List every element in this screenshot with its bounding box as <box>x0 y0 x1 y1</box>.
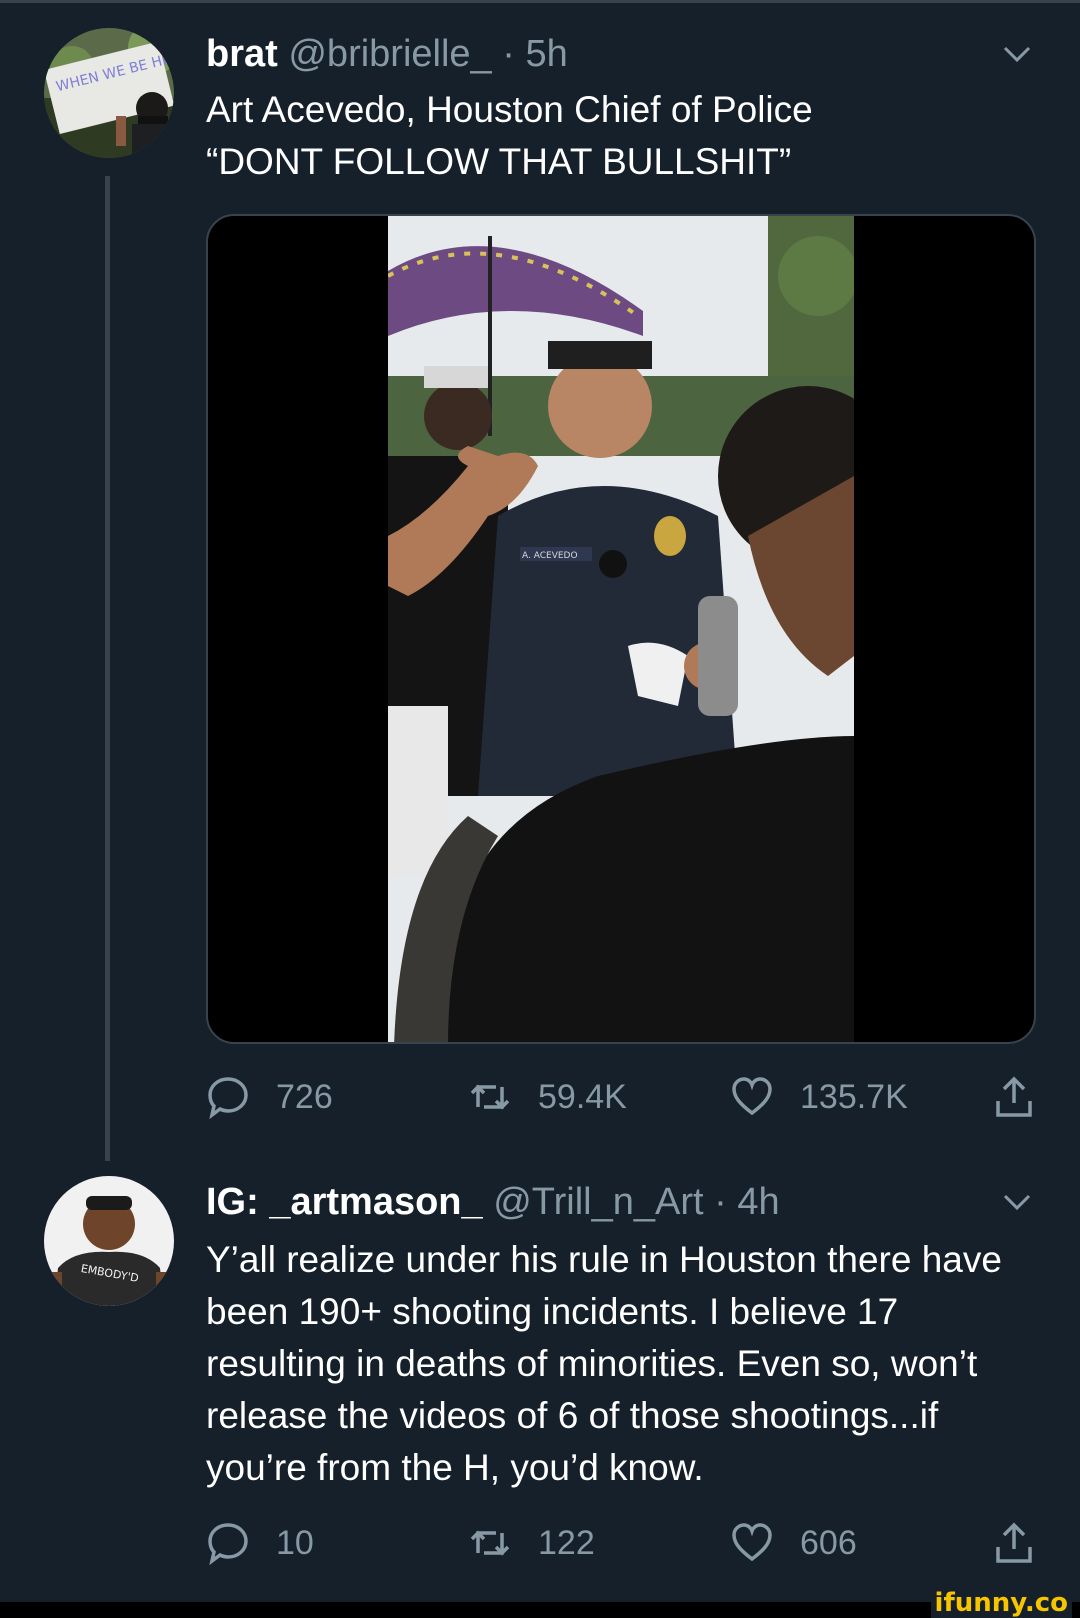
reply-button[interactable]: 726 <box>206 1072 333 1122</box>
share-icon <box>996 1076 1032 1117</box>
like-count: 135.7K <box>800 1077 908 1116</box>
reply-count: 726 <box>276 1077 333 1116</box>
timestamp[interactable]: 4h <box>737 1181 779 1223</box>
chevron-down-icon[interactable] <box>1002 44 1032 64</box>
tweet-header: brat @bribrielle_ · 5h <box>206 32 568 76</box>
separator-dot: · <box>714 1181 727 1223</box>
tweet-actions: 726 59.4K 135.7K <box>206 1072 1046 1122</box>
retweet-icon <box>470 1530 510 1556</box>
video-frame[interactable]: A. ACEVEDO <box>388 216 854 1044</box>
tweet-text: Art Acevedo, Houston Chief of Police “DO… <box>206 84 1046 188</box>
avatar[interactable]: WHEN WE BE HEARD <box>44 28 174 158</box>
like-icon <box>732 1077 772 1116</box>
like-count: 606 <box>800 1523 857 1562</box>
user-handle[interactable]: @bribrielle_ <box>288 33 491 75</box>
tweet-text-line-2: “DONT FOLLOW THAT BULLSHIT” <box>206 141 792 182</box>
user-handle[interactable]: @Trill_n_Art <box>493 1181 703 1223</box>
reply-icon <box>208 1077 248 1119</box>
top-divider <box>0 0 1080 3</box>
chevron-down-icon[interactable] <box>1002 1192 1032 1212</box>
retweet-icon <box>470 1084 510 1110</box>
reply-icon <box>208 1523 248 1565</box>
share-button[interactable] <box>992 1072 1062 1122</box>
share-icon <box>996 1522 1032 1563</box>
display-name[interactable]: brat <box>206 33 278 75</box>
like-button[interactable]: 606 <box>730 1518 857 1568</box>
tweet-text-line-1: Art Acevedo, Houston Chief of Police <box>206 89 813 130</box>
tweet-header: IG: _artmason_ @Trill_n_Art · 4h <box>206 1180 780 1224</box>
video-media[interactable]: A. ACEVEDO <box>206 214 1036 1044</box>
share-button[interactable] <box>992 1518 1062 1568</box>
bottom-bar <box>0 1602 1080 1618</box>
retweet-count: 122 <box>538 1523 595 1562</box>
separator-dot: · <box>502 33 515 75</box>
tweet-text: Y’all realize under his rule in Houston … <box>206 1239 1002 1488</box>
tweet-actions: 10 122 606 <box>206 1518 1046 1568</box>
reply-count: 10 <box>276 1523 314 1562</box>
name-badge-text: A. ACEVEDO <box>522 551 578 561</box>
avatar[interactable]: EMBODY'D <box>44 1176 174 1306</box>
like-button[interactable]: 135.7K <box>730 1072 908 1122</box>
retweet-button[interactable]: 59.4K <box>468 1072 627 1122</box>
retweet-count: 59.4K <box>538 1077 627 1116</box>
display-name[interactable]: IG: _artmason_ <box>206 1181 483 1223</box>
thread-line <box>105 176 110 1161</box>
timestamp[interactable]: 5h <box>525 33 567 75</box>
reply-button[interactable]: 10 <box>206 1518 314 1568</box>
retweet-button[interactable]: 122 <box>468 1518 595 1568</box>
like-icon <box>732 1523 772 1562</box>
ifunny-watermark: ifunny.co <box>930 1588 1072 1618</box>
